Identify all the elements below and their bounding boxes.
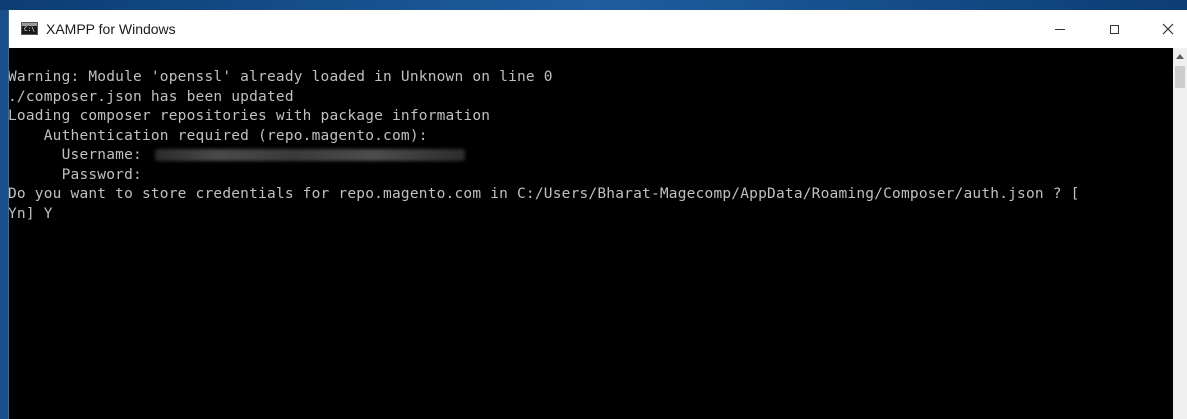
console-icon: C:\	[21, 22, 38, 35]
console-window: C:\ XAMPP for Windows Warning: Module 'o…	[8, 10, 1187, 419]
close-icon	[1162, 23, 1174, 35]
vertical-scrollbar[interactable]	[1173, 48, 1187, 419]
scroll-up-arrow-icon	[1176, 54, 1184, 59]
redacted-username	[154, 149, 465, 161]
console-line-auth-required: Authentication required (repo.magento.co…	[9, 127, 428, 144]
maximize-button[interactable]	[1091, 10, 1137, 48]
scroll-up-button[interactable]	[1173, 48, 1187, 65]
minimize-icon	[1055, 28, 1065, 30]
console-line-password: Password:	[9, 166, 151, 183]
minimize-button[interactable]	[1037, 10, 1083, 48]
console-line-username: Username:	[9, 146, 1080, 166]
desktop-background	[0, 0, 1187, 10]
maximize-icon	[1109, 24, 1119, 34]
title-bar[interactable]: C:\ XAMPP for Windows	[9, 10, 1187, 48]
scrollbar-thumb[interactable]	[1175, 66, 1185, 88]
console-output[interactable]: Warning: Module 'openssl' already loaded…	[9, 48, 1173, 419]
console-line-store-credentials: Do you want to store credentials for rep…	[9, 186, 1080, 202]
close-button[interactable]	[1145, 10, 1187, 48]
console-icon-prompt: C:\	[24, 26, 35, 33]
console-line-answer: Yn] Y	[9, 205, 53, 222]
console-line-warning: Warning: Module 'openssl' already loaded…	[9, 69, 553, 85]
console-line-composer-updated: ./composer.json has been updated	[9, 88, 294, 105]
username-label: Username:	[9, 147, 151, 163]
console-line-loading-repos: Loading composer repositories with packa…	[9, 108, 491, 124]
window-title: XAMPP for Windows	[46, 21, 176, 37]
